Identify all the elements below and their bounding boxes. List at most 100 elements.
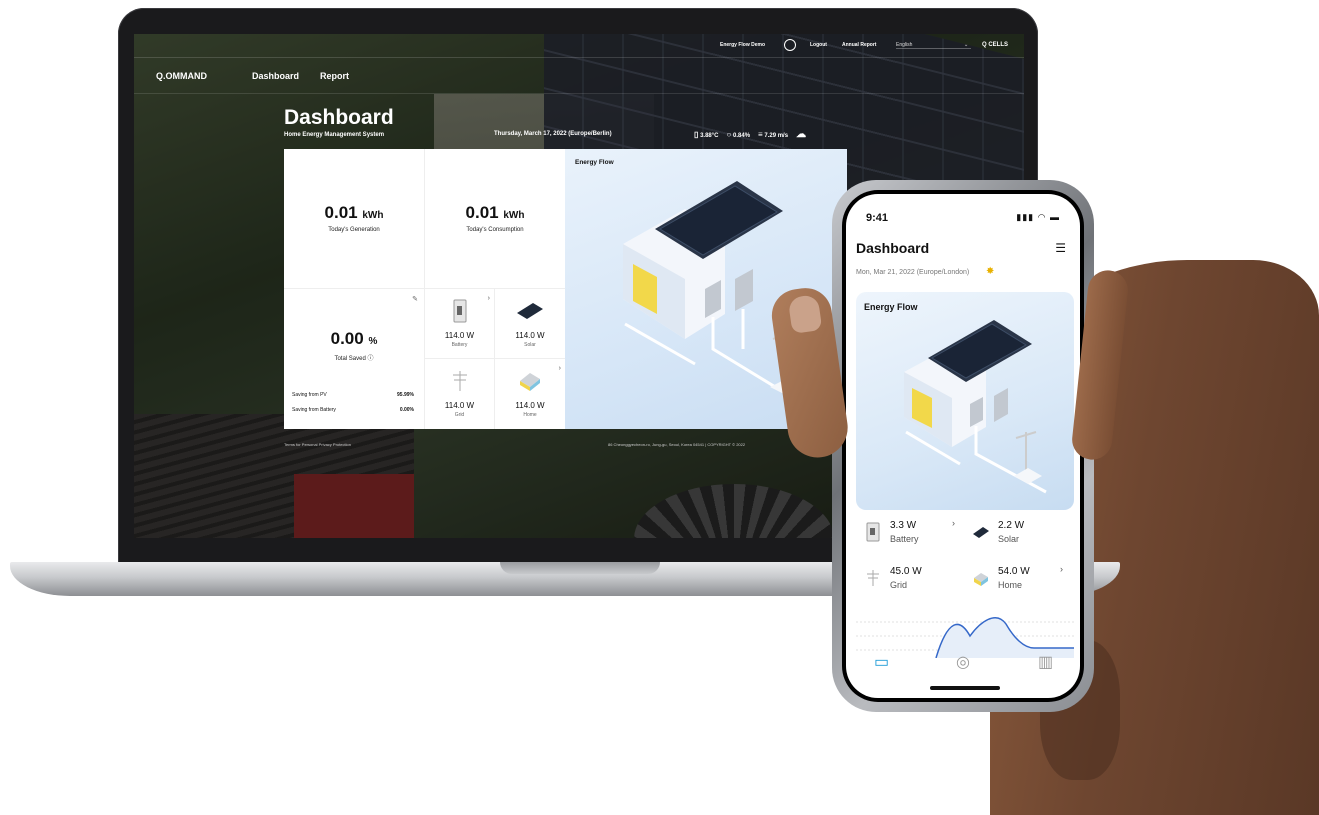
grid-tile[interactable]: 114.0 W Grid (425, 359, 495, 429)
saving-battery-row: Saving from Battery 0.00% (292, 407, 414, 413)
tab-report-icon[interactable]: ◎ (956, 652, 970, 672)
phone-grid-tile[interactable]: 45.0 W Grid (856, 562, 961, 604)
phone-home-value: 54.0 W (998, 566, 1030, 577)
tab-dashboard-icon[interactable]: ▭ (874, 652, 889, 672)
saved-value: 0.00 % (284, 329, 424, 349)
nav-report[interactable]: Report (320, 71, 349, 81)
solar-panel-icon (973, 527, 989, 538)
page-date: Thursday, March 17, 2022 (Europe/Berlin) (494, 131, 612, 137)
annual-report-link[interactable]: Annual Report (842, 42, 876, 48)
edit-icon[interactable]: ✎ (412, 295, 418, 303)
menu-icon[interactable]: ☰ (1055, 241, 1066, 255)
user-icon[interactable] (784, 39, 796, 51)
temperature-readout: ▯ 3.88°C (694, 130, 719, 139)
battery-tile[interactable]: › 114.0 W Battery (425, 289, 495, 359)
phone-page-title: Dashboard (856, 240, 930, 256)
phone-home-tile[interactable]: 54.0 W Home › (964, 562, 1069, 604)
saving-pv-row: Saving from PV 95.99% (292, 392, 414, 398)
home-label: Home (523, 412, 537, 418)
total-saved-card: ✎ 0.00 % Total Saved ⓘ Saving from PV 95.… (284, 289, 425, 429)
consumption-unit: kWh (503, 210, 525, 221)
top-bar: Energy Flow Demo Logout Annual Report En… (134, 34, 1024, 58)
cloud-sun-icon: ☁ (796, 129, 807, 140)
phone-energy-flow-card[interactable]: Energy Flow (856, 292, 1074, 510)
status-time: 9:41 (866, 212, 889, 224)
phone-grid-label: Grid (890, 580, 908, 590)
main-nav: Q.OMMAND Dashboard Report (134, 58, 1024, 94)
solar-label: Solar (524, 342, 536, 348)
phone-date: Mon, Mar 21, 2022 (Europe/London) (856, 269, 970, 276)
brand-logo[interactable]: Q.OMMAND (156, 71, 207, 81)
generation-label: Today's Generation (328, 227, 380, 233)
laptop-notch (500, 562, 660, 574)
home-icon (520, 373, 540, 391)
phone-battery-tile[interactable]: 3.3 W Battery › (856, 516, 961, 558)
phone-bezel: 9:41 ▮▮▮ ◠ ▬ Dashboard ☰ Mon, Mar 21, 20… (842, 190, 1084, 702)
consumption-value: 0.01 kWh (425, 203, 565, 223)
phone-device: 9:41 ▮▮▮ ◠ ▬ Dashboard ☰ Mon, Mar 21, 20… (832, 180, 1094, 712)
home-tile[interactable]: › 114.0 W Home (495, 359, 565, 429)
wind-icon: ≡ (758, 130, 763, 139)
generation-value: 0.01 kWh (284, 203, 424, 223)
consumption-label: Today's Consumption (466, 227, 524, 233)
solar-value: 114.0 W (515, 331, 545, 340)
battery-icon (453, 299, 466, 323)
home-icon (974, 573, 988, 586)
saving-pv-value: 95.99% (397, 392, 414, 398)
phone-home-label: Home (998, 580, 1023, 590)
temperature-value: 3.88°C (700, 133, 719, 139)
logout-link[interactable]: Logout (810, 42, 827, 48)
phone-solar-label: Solar (998, 534, 1020, 544)
saving-battery-label: Saving from Battery (292, 407, 336, 413)
energy-flow-title: Energy Flow (575, 159, 614, 166)
weather-bar: ▯ 3.88°C ○ 0.84% ≡ 7.29 m/s ☁ (694, 129, 806, 140)
saved-unit: % (368, 336, 378, 347)
chevron-down-icon[interactable]: ⌄ (964, 42, 968, 48)
footer-copyright: 86 Cheonggyecheon-ro, Jung-gu, Seoul, Ko… (608, 442, 746, 447)
chevron-right-icon[interactable]: › (559, 365, 561, 372)
status-icons: ▮▮▮ ◠ ▬ (1016, 212, 1060, 222)
phone-solar-tile[interactable]: 2.2 W Solar (964, 516, 1069, 558)
generation-unit: kWh (362, 210, 384, 221)
generation-number: 0.01 (324, 203, 358, 222)
saving-pv-label: Saving from PV (292, 392, 327, 398)
battery-label: Battery (451, 342, 468, 348)
privacy-link[interactable]: Terms for Personal Privacy Protection (284, 442, 351, 447)
energy-flow-demo-link[interactable]: Energy Flow Demo (720, 42, 765, 48)
power-pole-icon (867, 570, 879, 586)
dashboard-panel: 0.01 kWh Today's Generation 0.01 kWh Tod… (284, 149, 847, 429)
saved-label-text: Total Saved (334, 356, 366, 362)
solar-panel-icon (517, 303, 543, 319)
phone-grid-value: 45.0 W (890, 566, 922, 577)
chevron-right-icon[interactable]: › (1060, 564, 1063, 574)
phone-battery-label: Battery (890, 534, 919, 544)
wind-value: 7.29 m/s (764, 133, 789, 139)
wind-readout: ≡ 7.29 m/s (758, 130, 788, 139)
phone-power-graph (856, 617, 1074, 658)
grid-label: Grid (454, 412, 465, 418)
solar-tile[interactable]: 114.0 W Solar (495, 289, 565, 359)
language-select[interactable]: English (896, 42, 971, 49)
page-title: Dashboard (284, 106, 394, 129)
humidity-value: 0.84% (733, 133, 751, 139)
phone-energy-flow-illustration (904, 320, 1047, 494)
info-icon[interactable]: ⓘ (368, 356, 374, 362)
qcells-logo: Q CELLS (982, 42, 1009, 48)
consumption-number: 0.01 (465, 203, 499, 222)
thermometer-icon: ▯ (694, 130, 699, 139)
marketing-scene: Energy Flow Demo Logout Annual Report En… (0, 0, 1319, 815)
power-pole-icon (452, 371, 467, 391)
generation-card: 0.01 kWh Today's Generation (284, 149, 425, 289)
nav-dashboard[interactable]: Dashboard (252, 71, 299, 81)
sun-icon: ✸ (986, 266, 995, 277)
tab-stats-icon[interactable]: ▥ (1038, 652, 1053, 672)
chevron-right-icon[interactable]: › (488, 295, 490, 302)
battery-value: 114.0 W (444, 331, 475, 340)
drop-icon: ○ (726, 130, 732, 139)
page-subtitle: Home Energy Management System (284, 132, 385, 138)
consumption-card: 0.01 kWh Today's Consumption (425, 149, 565, 289)
phone-energy-flow-title: Energy Flow (864, 302, 918, 312)
chevron-right-icon[interactable]: › (952, 518, 955, 528)
battery-icon (866, 522, 880, 542)
saving-battery-value: 0.00% (399, 407, 414, 413)
